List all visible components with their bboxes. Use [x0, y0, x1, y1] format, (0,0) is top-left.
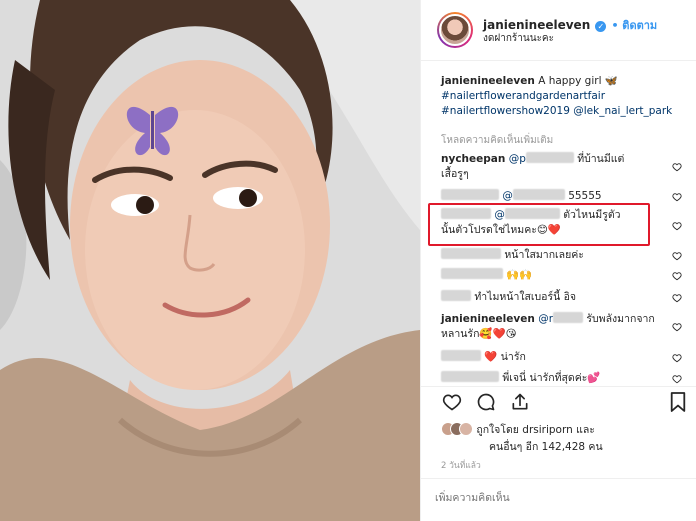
like-comment-heart-icon[interactable]	[672, 251, 682, 261]
load-more-comments[interactable]: โหลดความคิดเห็นเพิ่มเติม	[441, 133, 677, 148]
like-comment-heart-icon[interactable]	[672, 322, 682, 332]
comment-username[interactable]: janienineeleven	[441, 313, 535, 325]
verified-badge-icon: ✓	[595, 21, 607, 32]
caption-emoji: 🦋	[604, 75, 618, 87]
like-comment-heart-icon[interactable]	[672, 353, 682, 363]
like-comment-heart-icon[interactable]	[672, 374, 682, 384]
follow-button[interactable]: • ติดตาม	[611, 19, 657, 32]
blurred-name	[553, 312, 584, 323]
comment-text: หน้าใสมากเลยค่ะ	[504, 249, 584, 261]
comment-mention[interactable]: @p	[509, 153, 526, 165]
caption-text: A happy girl	[538, 75, 602, 87]
comment-item: 🙌🙌	[441, 268, 677, 283]
blurred-name	[441, 189, 499, 200]
add-comment-input[interactable]	[435, 487, 665, 509]
comment-text: ❤️ น่ารัก	[484, 351, 526, 363]
comment-item: @ 55555	[441, 189, 677, 204]
comment-bubble-icon[interactable]	[475, 392, 497, 412]
comment-mention[interactable]: @	[502, 190, 513, 202]
caption-username[interactable]: janienineeleven	[441, 75, 535, 87]
post-details-panel: janienineeleven ✓ • ติดตาม งดฝากร้านนะคะ…	[420, 0, 696, 521]
blurred-name	[441, 248, 501, 259]
comment-item: nycheepan @p ที่บ้านมีแต่ เสื้อรูๆ	[441, 152, 677, 182]
comment-text: 🙌🙌	[506, 269, 533, 281]
comments-divider	[421, 386, 696, 387]
like-comment-heart-icon[interactable]	[672, 221, 682, 231]
author-avatar[interactable]	[437, 12, 473, 48]
post-location[interactable]: งดฝากร้านนะคะ	[483, 31, 554, 46]
blurred-name	[441, 371, 499, 382]
like-comment-heart-icon[interactable]	[672, 162, 682, 172]
comment-text: หลานรัก🥰❤️😘	[441, 328, 517, 340]
likes-line-1: ถูกใจโดย drsiriporn และ	[476, 424, 595, 436]
like-comment-heart-icon[interactable]	[672, 192, 682, 202]
likes-line-2: คนอื่นๆ อีก 142,428 คน	[489, 441, 603, 453]
author-username[interactable]: janienineeleven	[483, 18, 590, 32]
comment-mention[interactable]: @r	[538, 313, 553, 325]
like-comment-heart-icon[interactable]	[672, 293, 682, 303]
post-photo[interactable]	[0, 0, 420, 521]
input-divider	[421, 478, 696, 479]
share-upload-icon[interactable]	[509, 392, 531, 412]
blurred-name	[525, 152, 574, 163]
comment-item: พี่เจนี่ น่ารักที่สุดค่ะ💕	[441, 371, 677, 386]
comment-text: ทำไมหน้าใสเบอร์นี้ อิจ	[474, 291, 577, 303]
blurred-name	[441, 350, 481, 361]
blurred-name	[441, 290, 471, 301]
comment-item: ทำไมหน้าใสเบอร์นี้ อิจ	[441, 290, 677, 305]
bookmark-icon[interactable]	[669, 391, 687, 413]
comment-text: รับพลังมากจาก	[586, 313, 655, 325]
comment-username[interactable]: nycheepan	[441, 153, 505, 165]
comment-text: พี่เจนี่ น่ารักที่สุดค่ะ💕	[502, 372, 601, 384]
comment-item: janienineeleven @r รับพลังมากจาก หลานรัก…	[441, 312, 677, 342]
like-heart-icon[interactable]	[441, 392, 463, 412]
likes-summary[interactable]: ถูกใจโดย drsiriporn และ คนอื่นๆ อีก 142,…	[441, 421, 603, 455]
highlight-box	[428, 203, 650, 246]
selfie-illustration	[0, 0, 420, 521]
post-timestamp[interactable]: 2 วันที่แล้ว	[441, 458, 481, 472]
comment-text: ที่บ้านมีแต่	[577, 153, 625, 165]
blurred-name	[441, 268, 503, 279]
like-comment-heart-icon[interactable]	[672, 271, 682, 281]
liker-avatar	[459, 422, 473, 436]
mention-link[interactable]: @lek_nai_lert_park	[573, 105, 672, 117]
comment-item: ❤️ น่ารัก	[441, 350, 677, 365]
comment-item: หน้าใสมากเลยค่ะ	[441, 248, 677, 263]
hashtag-link[interactable]: #nailertflowershow2019	[441, 105, 570, 117]
comment-text: 55555	[568, 190, 602, 202]
caption: janienineeleven A happy girl 🦋 #nailertf…	[441, 74, 677, 119]
hashtag-link[interactable]: #nailertflowerandgardenartfair	[441, 90, 605, 102]
comment-text: เสื้อรูๆ	[441, 168, 469, 180]
header-divider	[421, 60, 696, 61]
blurred-name	[512, 189, 565, 200]
